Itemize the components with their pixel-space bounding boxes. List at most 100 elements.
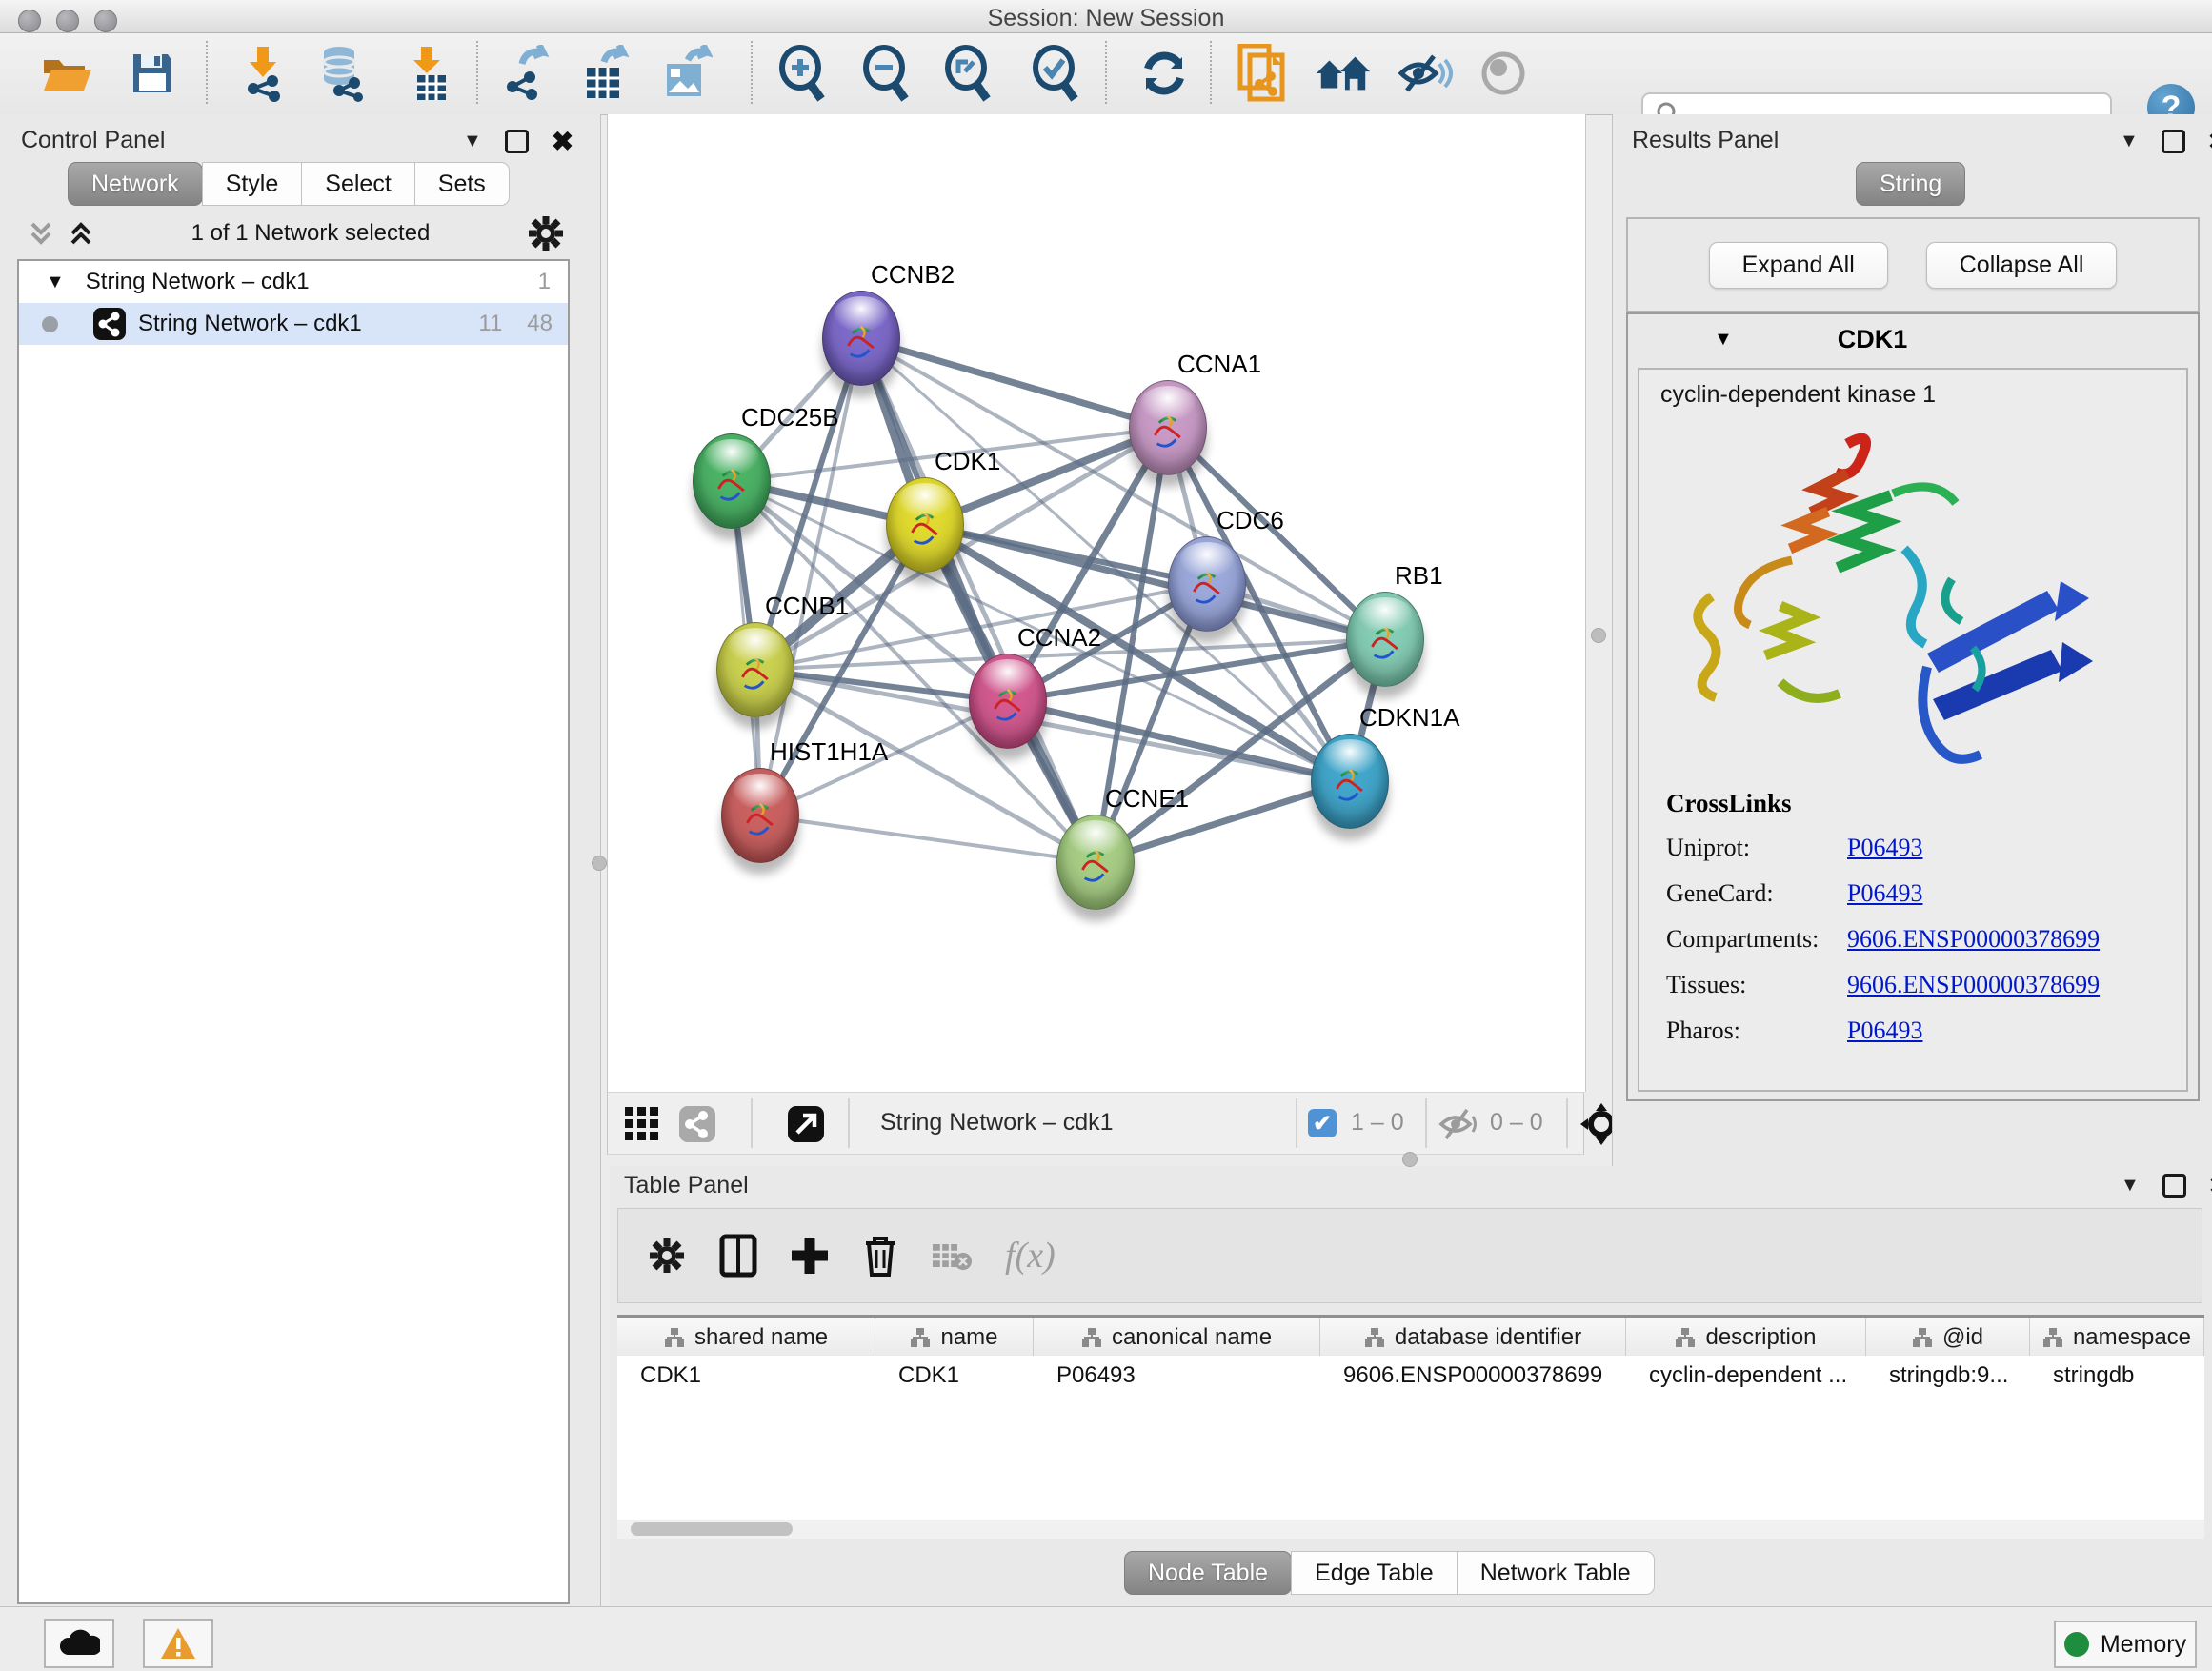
crosslink-link[interactable]: 9606.ENSP00000378699 [1847,971,2100,999]
network-edge-CCNB2-CCNA1[interactable] [861,338,1168,428]
tab-node-table[interactable]: Node Table [1124,1551,1292,1595]
crosslink-label: GeneCard: [1666,879,1847,908]
save-session-button[interactable] [124,45,181,102]
left-splitter-handle[interactable] [592,856,607,871]
network-node-CCNB2[interactable] [822,291,900,386]
panel-close-icon[interactable]: ✖ [2208,132,2212,151]
import-table-icon [404,45,453,102]
tab-edge-table[interactable]: Edge Table [1291,1551,1458,1595]
zoom-out-button[interactable] [857,45,915,102]
column-header-database-identifier[interactable]: database identifier [1320,1318,1626,1358]
table-cell[interactable]: stringdb [2030,1362,2204,1389]
tab-select[interactable]: Select [301,162,414,206]
crosslink-link[interactable]: 9606.ENSP00000378699 [1847,925,2100,954]
table-horizontal-scrollbar[interactable] [617,1520,2204,1539]
tab-network[interactable]: Network [68,162,203,206]
right-splitter-handle[interactable] [1591,628,1606,643]
tab-string[interactable]: String [1856,162,1965,206]
cloud-status-button[interactable] [44,1619,114,1668]
table-options-gear-icon[interactable] [647,1236,687,1276]
tab-style[interactable]: Style [202,162,303,206]
grid-view-button[interactable] [623,1105,661,1148]
export-image-button[interactable] [657,45,714,102]
panel-menu-icon[interactable]: ▼ [2120,131,2139,152]
panel-close-icon[interactable]: ✖ [552,132,573,151]
string-document-button[interactable] [1233,45,1290,102]
panel-menu-icon[interactable]: ▼ [2121,1175,2140,1197]
collapse-all-button[interactable]: Collapse All [1926,242,2118,289]
tab-sets[interactable]: Sets [414,162,510,206]
bottom-splitter-handle[interactable] [1402,1152,1418,1167]
table-cell[interactable]: 9606.ENSP00000378699 [1320,1362,1626,1389]
export-network-button[interactable] [499,45,556,102]
crosslink-link[interactable]: P06493 [1847,879,1922,908]
network-node-CCNB1[interactable] [716,622,794,717]
network-collection-row[interactable]: ▼ String Network – cdk1 1 [19,261,568,303]
refresh-button[interactable] [1136,45,1193,102]
network-node-HIST1H1A[interactable] [721,768,799,863]
column-header-namespace[interactable]: namespace [2030,1318,2204,1358]
panel-float-icon[interactable] [2162,1174,2186,1198]
import-network-file-button[interactable] [234,45,292,102]
column-header-shared-name[interactable]: shared name [617,1318,875,1358]
network-node-CCNA1[interactable] [1129,380,1207,475]
network-node-CDC6[interactable] [1168,536,1246,632]
network-canvas[interactable]: CCNB2 CCNA1 CDC25B CDK1 CDC6 [607,114,1586,1092]
hide-selection-button[interactable] [1397,45,1454,102]
column-header-description[interactable]: description [1626,1318,1866,1358]
network-node-CDC25B[interactable] [693,433,771,529]
delete-column-icon[interactable] [862,1234,898,1278]
network-node-CDKN1A[interactable] [1311,734,1389,829]
show-all-button[interactable] [1475,45,1532,102]
network-node-CCNE1[interactable] [1056,815,1135,910]
panel-float-icon[interactable] [505,130,529,153]
open-session-button[interactable] [38,45,95,102]
zoom-in-button[interactable] [774,45,831,102]
expand-all-icon[interactable] [67,218,95,249]
table-cell[interactable]: CDK1 [617,1362,875,1389]
network-node-CCNA2[interactable] [969,654,1047,749]
collection-expand-icon[interactable]: ▼ [46,272,65,293]
column-header--id[interactable]: @id [1866,1318,2030,1358]
panel-menu-icon[interactable]: ▼ [463,131,482,152]
crosslink-row: Compartments:9606.ENSP00000378699 [1666,925,2171,954]
table-row[interactable]: CDK1CDK1P064939606.ENSP00000378699cyclin… [617,1356,2204,1396]
crosslink-label: Tissues: [1666,971,1847,999]
table-cell[interactable]: stringdb:9... [1866,1362,2030,1389]
crosslink-link[interactable]: P06493 [1847,834,1922,862]
add-column-icon[interactable] [790,1236,830,1276]
network-row[interactable]: String Network – cdk1 11 48 [19,303,568,345]
column-header-canonical-name[interactable]: canonical name [1034,1318,1320,1358]
entry-collapse-icon[interactable]: ▼ [1714,329,1733,351]
collapse-all-icon[interactable] [27,218,55,249]
network-node-RB1[interactable] [1346,592,1424,687]
import-table-file-button[interactable] [400,45,457,102]
results-entry-header[interactable]: ▼ CDK1 [1628,314,2198,364]
view-toolbar-separator [751,1098,753,1148]
table-cell[interactable]: CDK1 [875,1362,1034,1389]
network-edge-CDK1-RB1[interactable] [925,525,1385,639]
table-cell[interactable]: P06493 [1034,1362,1320,1389]
open-in-window-button[interactable] [787,1105,825,1148]
scrollbar-thumb[interactable] [631,1522,793,1536]
zoom-selected-button[interactable] [1027,45,1084,102]
network-edge-HIST1H1A-CCNE1[interactable] [760,815,1096,862]
column-header-name[interactable]: name [875,1318,1034,1358]
node-label-CCNB2: CCNB2 [871,260,955,290]
memory-button[interactable]: Memory [2054,1621,2197,1668]
crosslink-link[interactable]: P06493 [1847,1017,1922,1045]
zoom-fit-button[interactable] [939,45,996,102]
show-columns-icon[interactable] [719,1234,757,1278]
home-button[interactable] [1315,45,1372,102]
string-view-button[interactable] [678,1105,716,1148]
expand-all-button[interactable]: Expand All [1709,242,1888,289]
import-network-database-button[interactable] [314,45,372,102]
export-table-button[interactable] [577,45,634,102]
warnings-button[interactable] [143,1619,213,1668]
selected-checkbox-icon[interactable]: ✔ [1308,1109,1337,1137]
tab-network-table[interactable]: Network Table [1457,1551,1655,1595]
network-node-CDK1[interactable] [886,477,964,573]
network-options-gear-icon[interactable] [526,213,566,253]
table-cell[interactable]: cyclin-dependent ... [1626,1362,1866,1389]
panel-float-icon[interactable] [2162,130,2185,153]
